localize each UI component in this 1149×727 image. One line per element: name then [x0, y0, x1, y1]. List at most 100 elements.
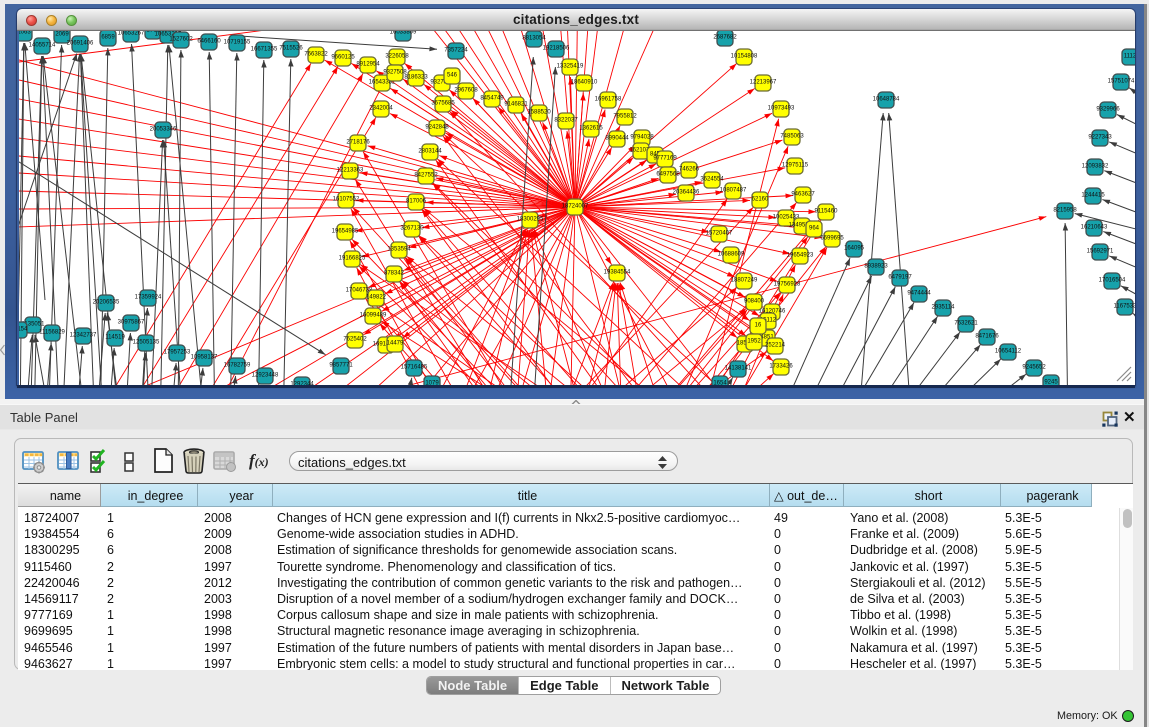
svg-text:19756928: 19756928 [774, 282, 801, 288]
svg-text:16033809: 16033809 [390, 31, 417, 36]
svg-text:17016504: 17016504 [1099, 278, 1126, 284]
svg-text:1952: 1952 [747, 339, 761, 345]
svg-text:252214: 252214 [765, 343, 786, 349]
svg-text:546: 546 [447, 73, 458, 79]
svg-text:10973493: 10973493 [768, 106, 795, 112]
svg-text:12093832: 12093832 [1082, 164, 1109, 170]
svg-text:9777169: 9777169 [653, 156, 677, 162]
svg-text:18807249: 18807249 [731, 278, 758, 284]
svg-text:964: 964 [809, 226, 820, 232]
svg-text:12975115: 12975115 [782, 163, 809, 169]
svg-text:16782759: 16782759 [224, 363, 251, 369]
svg-text:7515526: 7515526 [279, 46, 303, 52]
svg-text:19654923: 19654923 [787, 253, 814, 259]
svg-text:8215958: 8215958 [1053, 208, 1077, 214]
svg-text:1733426: 1733426 [769, 364, 793, 370]
svg-text:3675685: 3675685 [431, 101, 455, 107]
svg-text:9245652: 9245652 [1022, 365, 1046, 371]
svg-text:12213363: 12213363 [337, 168, 364, 174]
svg-text:114519: 114519 [105, 335, 125, 341]
svg-text:16: 16 [755, 323, 762, 329]
svg-text:19654985: 19654985 [332, 229, 359, 235]
svg-text:2718176: 2718176 [346, 140, 370, 146]
svg-text:149822: 149822 [366, 295, 387, 301]
svg-text:1167533: 1167533 [1114, 304, 1135, 310]
svg-text:16107552: 16107552 [333, 197, 360, 203]
svg-text:9474444: 9474444 [907, 291, 931, 297]
svg-text:7955812: 7955812 [613, 114, 637, 120]
svg-text:17957253: 17957253 [164, 350, 191, 356]
svg-text:878342: 878342 [384, 271, 405, 277]
svg-text:12342737: 12342737 [70, 333, 97, 339]
svg-text:12213967: 12213967 [750, 80, 777, 86]
svg-text:9794028: 9794028 [630, 135, 654, 141]
svg-text:17359924: 17359924 [135, 295, 162, 301]
svg-text:16210643: 16210643 [1081, 225, 1108, 231]
svg-text:8322037: 8322037 [554, 118, 578, 124]
svg-text:10807487: 10807487 [720, 188, 747, 194]
svg-text:18640910: 18640910 [571, 80, 598, 86]
svg-text:8990444: 8990444 [605, 136, 629, 142]
svg-text:14138141: 14138141 [725, 366, 752, 372]
svg-text:7632621: 7632621 [954, 321, 978, 327]
svg-text:10154808: 10154808 [731, 54, 758, 60]
svg-text:15720407: 15720407 [706, 231, 733, 237]
svg-text:19166825: 19166825 [339, 256, 366, 262]
svg-text:9227343: 9227343 [1088, 135, 1112, 141]
svg-text:1588520: 1588520 [527, 110, 551, 116]
svg-text:164095: 164095 [844, 246, 865, 252]
svg-text:19218506: 19218506 [543, 46, 570, 52]
svg-text:10688609: 10688609 [718, 252, 745, 258]
svg-text:12505135: 12505135 [133, 340, 160, 346]
svg-text:1112: 1112 [1124, 54, 1135, 60]
svg-text:817006: 817006 [406, 199, 427, 205]
svg-text:2342004: 2342004 [369, 106, 393, 112]
svg-text:7485063: 7485063 [780, 134, 804, 140]
svg-text:10654112: 10654112 [995, 349, 1022, 355]
svg-text:1353594: 1353594 [387, 247, 411, 253]
svg-text:9115460: 9115460 [815, 209, 839, 215]
svg-text:7625402: 7625402 [343, 337, 367, 343]
svg-text:15692971: 15692971 [1087, 249, 1114, 255]
svg-text:62160: 62160 [752, 197, 769, 203]
svg-text:12923448: 12923448 [252, 373, 279, 379]
svg-text:15751074: 15751074 [1108, 79, 1135, 85]
svg-text:9660125: 9660125 [331, 55, 355, 61]
svg-text:3624554: 3624554 [700, 177, 724, 183]
svg-text:16961758: 16961758 [595, 97, 622, 103]
svg-text:10719155: 10719155 [224, 40, 251, 46]
svg-text:6859: 6859 [101, 35, 115, 41]
svg-text:1244415: 1244415 [1081, 193, 1105, 199]
svg-text:2967608: 2967608 [454, 88, 478, 94]
svg-text:8427552: 8427552 [414, 173, 438, 179]
svg-text:8471676: 8471676 [975, 334, 999, 340]
svg-text:14479: 14479 [387, 341, 404, 347]
svg-text:19384554: 19384554 [604, 270, 631, 276]
svg-text:20206535: 20206535 [93, 300, 120, 306]
svg-text:10648784: 10648784 [873, 97, 900, 103]
svg-text:9242848: 9242848 [425, 125, 449, 131]
svg-text:13325419: 13325419 [557, 64, 584, 70]
svg-text:39154: 39154 [19, 327, 28, 333]
svg-text:18300295: 18300295 [517, 217, 544, 223]
svg-text:8454749: 8454749 [480, 96, 504, 102]
svg-text:908400: 908400 [744, 299, 765, 305]
svg-text:6479197: 6479197 [888, 275, 912, 281]
svg-text:9146821: 9146821 [504, 102, 528, 108]
svg-text:10653267: 10653267 [118, 31, 145, 37]
svg-text:8938923: 8938923 [864, 264, 888, 270]
svg-text:11156829: 11156829 [39, 330, 65, 336]
svg-text:9463627: 9463627 [791, 192, 815, 198]
svg-text:16099489: 16099489 [360, 313, 387, 319]
svg-text:14055714: 14055714 [29, 43, 56, 49]
svg-text:15716485: 15716485 [401, 365, 428, 371]
svg-text:6699695: 6699695 [820, 236, 844, 242]
svg-text:18724007: 18724007 [562, 204, 589, 210]
svg-text:7663822: 7663822 [304, 52, 328, 58]
svg-text:9857771: 9857771 [329, 363, 353, 369]
svg-text:2687682: 2687682 [713, 35, 737, 41]
svg-text:6497568: 6497568 [656, 172, 680, 178]
svg-text:6466160: 6466160 [197, 39, 221, 45]
svg-text:2935114: 2935114 [932, 305, 956, 311]
svg-text:9329966: 9329966 [1096, 107, 1120, 113]
